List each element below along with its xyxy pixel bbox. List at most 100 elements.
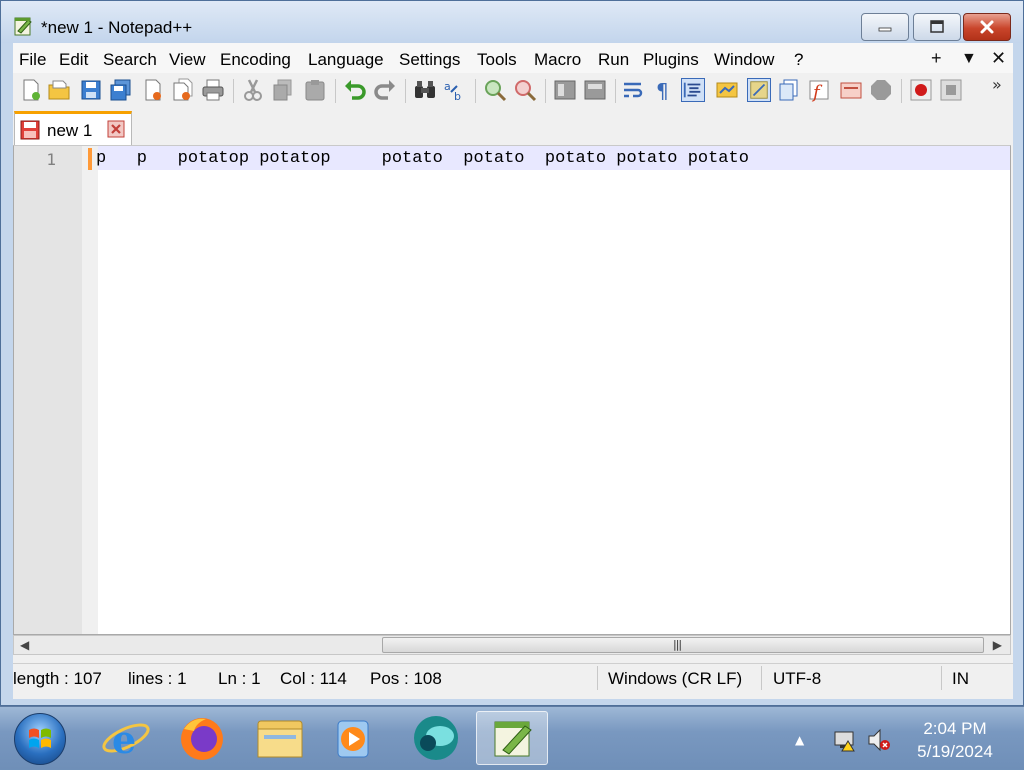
change-history-marker [88, 148, 92, 170]
user-defined-language-icon[interactable] [715, 78, 739, 102]
taskbar-app-globe[interactable] [400, 711, 472, 765]
clock-time: 2:04 PM [923, 719, 987, 738]
horizontal-scroll-thumb[interactable]: ||| [382, 637, 984, 653]
menu-language[interactable]: Language [308, 50, 384, 70]
svg-text:b: b [454, 90, 461, 102]
taskbar-media-player[interactable] [318, 711, 390, 765]
zoom-in-icon[interactable] [483, 78, 507, 102]
toolbar-separator [901, 79, 902, 103]
menu-run[interactable]: Run [598, 50, 629, 70]
stop-recording-icon[interactable] [939, 78, 963, 102]
show-hidden-icons-icon[interactable]: ▲ [795, 733, 804, 747]
taskbar-firefox[interactable] [166, 711, 238, 765]
volume-muted-icon[interactable] [866, 727, 892, 753]
code-line[interactable]: p p potatop potatop potato potato potato… [96, 149, 749, 168]
save-all-icon[interactable] [109, 78, 133, 102]
tab-label: new 1 [47, 121, 93, 140]
notepadpp-window: *new 1 - Notepad++ File Edit Search View… [0, 0, 1024, 706]
menu-tools[interactable]: Tools [477, 50, 517, 70]
svg-text:a: a [444, 80, 451, 93]
close-button[interactable] [963, 13, 1011, 41]
toolbar-overflow-chevron[interactable]: » [992, 75, 1002, 94]
tab-bar: new 1 [13, 109, 1013, 145]
scroll-right-arrow-icon[interactable]: ▶ [993, 638, 1002, 652]
start-button[interactable] [14, 713, 66, 765]
title-bar[interactable]: *new 1 - Notepad++ [1, 1, 1023, 43]
svg-text:e: e [112, 717, 136, 762]
status-bar: length : 107 lines : 1 Ln : 1 Col : 114 … [13, 663, 1013, 692]
menu-search[interactable]: Search [103, 50, 157, 70]
start-recording-icon[interactable] [909, 78, 933, 102]
taskbar-notepadpp[interactable] [476, 711, 548, 765]
menu-window[interactable]: Window [714, 50, 774, 70]
fold-margin [82, 146, 98, 634]
document-map-icon[interactable] [747, 78, 771, 102]
taskbar-internet-explorer[interactable]: e [90, 711, 162, 765]
menu-macro[interactable]: Macro [534, 50, 581, 70]
maximize-button[interactable] [913, 13, 961, 41]
paste-icon[interactable] [303, 78, 327, 102]
maximize-icon [914, 14, 960, 40]
editor-area[interactable]: 1 p p potatop potatop potato potato pota… [13, 145, 1011, 635]
menu-encoding[interactable]: Encoding [220, 50, 291, 70]
copy-icon[interactable] [271, 78, 295, 102]
toolbar-separator [545, 79, 546, 103]
zoom-out-icon[interactable] [513, 78, 537, 102]
minimize-button[interactable] [861, 13, 909, 41]
minimize-icon [862, 14, 908, 40]
new-document-plus-button[interactable]: + [931, 48, 942, 69]
close-document-button[interactable]: ✕ [991, 48, 1006, 69]
tab-close-icon[interactable] [107, 120, 125, 138]
menu-file[interactable]: File [19, 50, 46, 70]
monitoring-icon[interactable] [869, 78, 893, 102]
line-number-margin: 1 [14, 146, 82, 634]
firefox-icon [181, 718, 223, 760]
menu-settings[interactable]: Settings [399, 50, 460, 70]
cut-icon[interactable] [241, 78, 265, 102]
sync-horizontal-scroll-icon[interactable] [583, 78, 607, 102]
folder-as-workspace-icon[interactable] [839, 78, 863, 102]
close-all-icon[interactable] [171, 78, 195, 102]
function-list-icon[interactable]: f [807, 78, 831, 102]
menu-view[interactable]: View [169, 50, 206, 70]
close-icon [964, 14, 1010, 40]
window-title: *new 1 - Notepad++ [41, 18, 193, 37]
menu-help[interactable]: ? [794, 50, 803, 70]
status-encoding[interactable]: UTF-8 [773, 669, 821, 689]
taskbar-file-explorer[interactable] [244, 711, 316, 765]
undo-icon[interactable] [343, 78, 367, 102]
new-file-icon[interactable] [19, 78, 43, 102]
replace-icon[interactable]: ab [443, 78, 467, 102]
status-eol[interactable]: Windows (CR LF) [608, 669, 742, 689]
status-lines: lines : 1 [128, 669, 187, 688]
network-warning-icon[interactable] [832, 727, 858, 753]
menu-plugins[interactable]: Plugins [643, 50, 699, 70]
print-icon[interactable] [201, 78, 225, 102]
toolbar-separator [615, 79, 616, 103]
save-icon[interactable] [79, 78, 103, 102]
tab-new-1[interactable]: new 1 [14, 111, 132, 145]
close-file-icon[interactable] [141, 78, 165, 102]
status-col: Col : 114 [280, 669, 347, 688]
horizontal-scrollbar[interactable]: ◀ ||| ▶ [13, 635, 1011, 655]
windows-logo-icon [29, 728, 51, 748]
client-area: File Edit Search View Encoding Language … [13, 43, 1013, 699]
show-all-characters-icon[interactable]: ¶ [651, 78, 675, 102]
sync-vertical-scroll-icon[interactable] [553, 78, 577, 102]
menu-edit[interactable]: Edit [59, 50, 88, 70]
system-clock[interactable]: 2:04 PM 5/19/2024 [900, 717, 1010, 763]
line-number: 1 [46, 150, 56, 169]
tab-list-dropdown-button[interactable]: ▼ [961, 50, 977, 68]
document-list-icon[interactable] [777, 78, 801, 102]
scroll-left-arrow-icon[interactable]: ◀ [20, 638, 29, 652]
indent-guide-icon[interactable] [681, 78, 705, 102]
word-wrap-icon[interactable] [621, 78, 645, 102]
toolbar-separator [405, 79, 406, 103]
find-icon[interactable] [413, 78, 437, 102]
status-length: length : 107 [13, 669, 102, 688]
notepadpp-app-icon [14, 17, 32, 36]
redo-icon[interactable] [373, 78, 397, 102]
taskbar: e ▲ 2:04 PM 5/19/2024 [0, 706, 1024, 769]
status-divider [761, 666, 762, 690]
open-file-icon[interactable] [47, 78, 71, 102]
